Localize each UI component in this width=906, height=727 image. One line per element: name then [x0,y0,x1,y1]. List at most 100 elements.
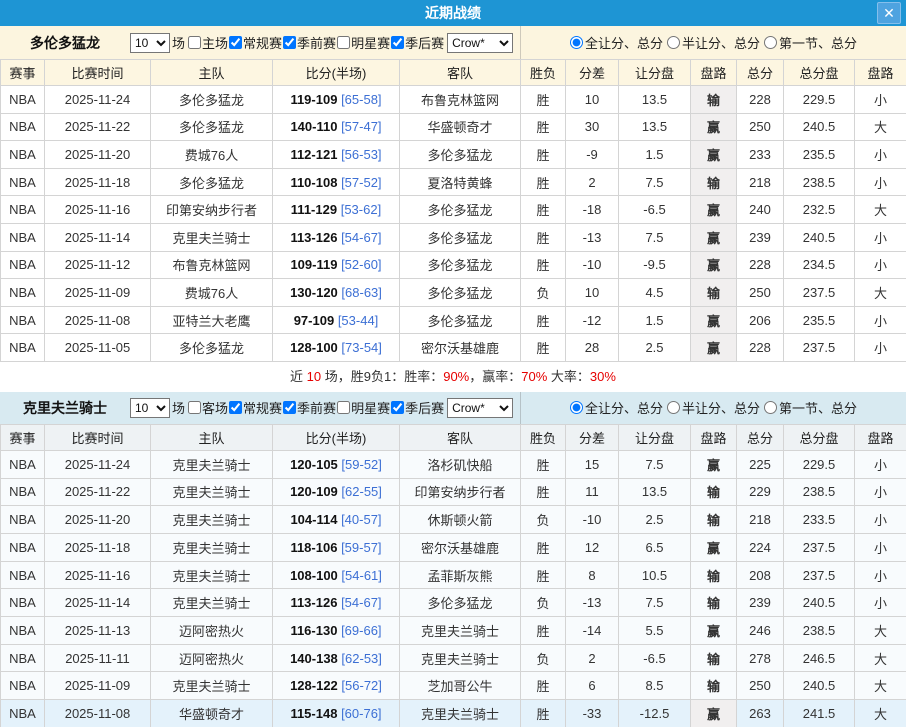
result-cell: 胜 [521,450,566,478]
point-diff-cell: 30 [566,113,619,141]
radio-input[interactable] [764,36,777,49]
score-cell: 120-105 [59-52] [273,450,400,478]
half-score: [54-67] [341,595,381,610]
spread-line-cell: 10.5 [619,561,691,589]
away-team-cell: 多伦多猛龙 [400,141,521,169]
checkbox-input[interactable] [337,36,350,49]
sections-container: 多伦多猛龙 10 场 主场常规赛季前赛明星赛季后赛 Crow* 全让分、总分半让… [0,26,906,727]
filter-checkbox-季前赛[interactable]: 季前赛 [282,33,336,52]
total-points-cell: 250 [737,113,784,141]
score-cell: 120-109 [62-55] [273,478,400,506]
away-team-cell: 多伦多猛龙 [400,251,521,279]
away-team-cell: 克里夫兰骑士 [400,644,521,672]
half-score: [54-67] [341,230,381,245]
checkbox-input[interactable] [283,36,296,49]
final-score: 120-105 [290,457,338,472]
home-team-cell: 克里夫兰骑士 [151,672,273,700]
checkbox-input[interactable] [188,36,201,49]
games-count-select[interactable]: 10 [130,33,170,53]
date-cell: 2025-11-14 [45,589,151,617]
checkbox-input[interactable] [337,401,350,414]
score-cell: 118-106 [59-57] [273,534,400,562]
bookmaker-select[interactable]: Crow* [447,398,513,418]
league-cell: NBA [1,251,45,279]
total-line-cell: 232.5 [784,196,855,224]
total-points-cell: 239 [737,223,784,251]
away-team-cell: 布鲁克林篮网 [400,86,521,114]
over-under-cell: 小 [855,534,906,562]
radio-input[interactable] [570,401,583,414]
result-cell: 胜 [521,306,566,334]
spread-outcome-cell: 赢 [691,450,737,478]
checkbox-input[interactable] [229,401,242,414]
league-cell: NBA [1,223,45,251]
result-cell: 胜 [521,672,566,700]
checkbox-input[interactable] [391,36,404,49]
column-header: 赛事 [1,60,45,86]
away-team-cell: 多伦多猛龙 [400,223,521,251]
filter-checkbox-季后赛[interactable]: 季后赛 [390,33,444,52]
radio-input[interactable] [764,401,777,414]
filter-radio-第一节、总分[interactable]: 第一节、总分 [764,398,857,417]
point-diff-cell: 10 [566,86,619,114]
date-cell: 2025-11-20 [45,141,151,169]
table-row: NBA2025-11-18多伦多猛龙110-108 [57-52]夏洛特黄蜂胜2… [1,168,906,196]
half-score: [52-60] [341,257,381,272]
over-under-cell: 小 [855,478,906,506]
total-line-cell: 240.5 [784,113,855,141]
total-line-cell: 235.5 [784,306,855,334]
total-points-cell: 278 [737,644,784,672]
filter-checkbox-季前赛[interactable]: 季前赛 [282,398,336,417]
half-score: [59-52] [341,457,381,472]
point-diff-cell: 2 [566,168,619,196]
result-cell: 胜 [521,196,566,224]
checkbox-input[interactable] [283,401,296,414]
close-icon[interactable]: ✕ [877,2,901,24]
over-under-cell: 大 [855,700,906,727]
score-cell: 119-109 [65-58] [273,86,400,114]
half-score: [53-62] [341,202,381,217]
filter-checkbox-明星赛[interactable]: 明星赛 [336,398,390,417]
games-count-select[interactable]: 10 [130,398,170,418]
checkbox-input[interactable] [229,36,242,49]
column-header: 总分盘 [784,60,855,86]
point-diff-cell: -33 [566,700,619,727]
table-header-row: 赛事比赛时间主队比分(半场)客队胜负分差让分盘盘路总分总分盘盘路 [1,60,906,86]
games-label: 场 [172,398,185,417]
checkbox-label: 明星赛 [351,398,390,417]
filter-radio-全让分、总分[interactable]: 全让分、总分 [570,33,663,52]
league-cell: NBA [1,478,45,506]
filter-radio-半让分、总分[interactable]: 半让分、总分 [667,398,760,417]
filter-checkbox-明星赛[interactable]: 明星赛 [336,33,390,52]
filter-radio-半让分、总分[interactable]: 半让分、总分 [667,33,760,52]
league-cell: NBA [1,534,45,562]
point-diff-cell: -10 [566,506,619,534]
league-cell: NBA [1,672,45,700]
bookmaker-select[interactable]: Crow* [447,33,513,53]
filter-checkbox-主场[interactable]: 主场 [187,33,228,52]
total-points-cell: 228 [737,86,784,114]
away-team-cell: 孟菲斯灰熊 [400,561,521,589]
total-line-cell: 240.5 [784,589,855,617]
spread-line-cell: 8.5 [619,672,691,700]
filter-radio-第一节、总分[interactable]: 第一节、总分 [764,33,857,52]
home-team-cell: 克里夫兰骑士 [151,506,273,534]
final-score: 119-109 [290,92,337,107]
checkbox-input[interactable] [188,401,201,414]
radio-input[interactable] [570,36,583,49]
radio-input[interactable] [667,36,680,49]
home-team-cell: 迈阿密热火 [151,644,273,672]
checkbox-input[interactable] [391,401,404,414]
total-points-cell: 229 [737,478,784,506]
radio-input[interactable] [667,401,680,414]
result-cell: 胜 [521,478,566,506]
home-team-cell: 多伦多猛龙 [151,113,273,141]
spread-line-cell: 5.5 [619,617,691,645]
result-cell: 负 [521,589,566,617]
filter-radio-全让分、总分[interactable]: 全让分、总分 [570,398,663,417]
spread-line-cell: 13.5 [619,86,691,114]
filter-checkbox-客场[interactable]: 客场 [187,398,228,417]
filter-checkbox-常规赛[interactable]: 常规赛 [228,398,282,417]
filter-checkbox-常规赛[interactable]: 常规赛 [228,33,282,52]
filter-checkbox-季后赛[interactable]: 季后赛 [390,398,444,417]
